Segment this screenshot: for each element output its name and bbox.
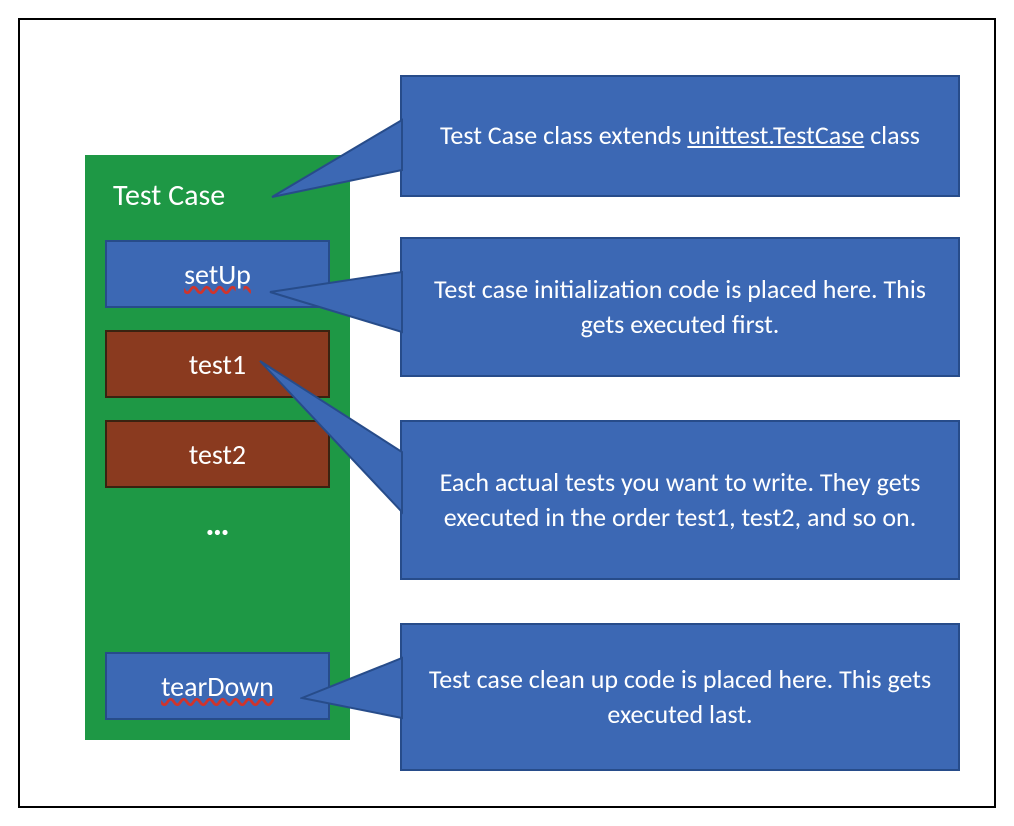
callout-tests-text: Each actual tests you want to write. The… (424, 465, 936, 535)
callout-setup: Test case initialization code is placed … (400, 237, 960, 377)
setup-label: setUp (184, 257, 251, 292)
pointer-tests (256, 357, 404, 517)
callout-setup-text: Test case initialization code is placed … (424, 272, 936, 342)
callout-class-suffix: class (870, 119, 920, 151)
pointer-class (270, 75, 404, 199)
teardown-label: tearDown (161, 669, 274, 704)
callout-class-prefix: Test Case class extends (440, 119, 687, 151)
callout-teardown-text: Test case clean up code is placed here. … (424, 662, 936, 732)
callout-class: Test Case class extends unittest.TestCas… (400, 75, 960, 197)
test1-label: test1 (189, 347, 246, 382)
pointer-setup (268, 237, 404, 377)
teardown-block: tearDown (105, 652, 330, 720)
callout-tests: Each actual tests you want to write. The… (400, 420, 960, 580)
test2-label: test2 (189, 437, 246, 472)
pointer-teardown (300, 623, 404, 771)
callout-teardown: Test case clean up code is placed here. … (400, 623, 960, 771)
callout-class-underline: unittest.TestCase (687, 119, 864, 151)
